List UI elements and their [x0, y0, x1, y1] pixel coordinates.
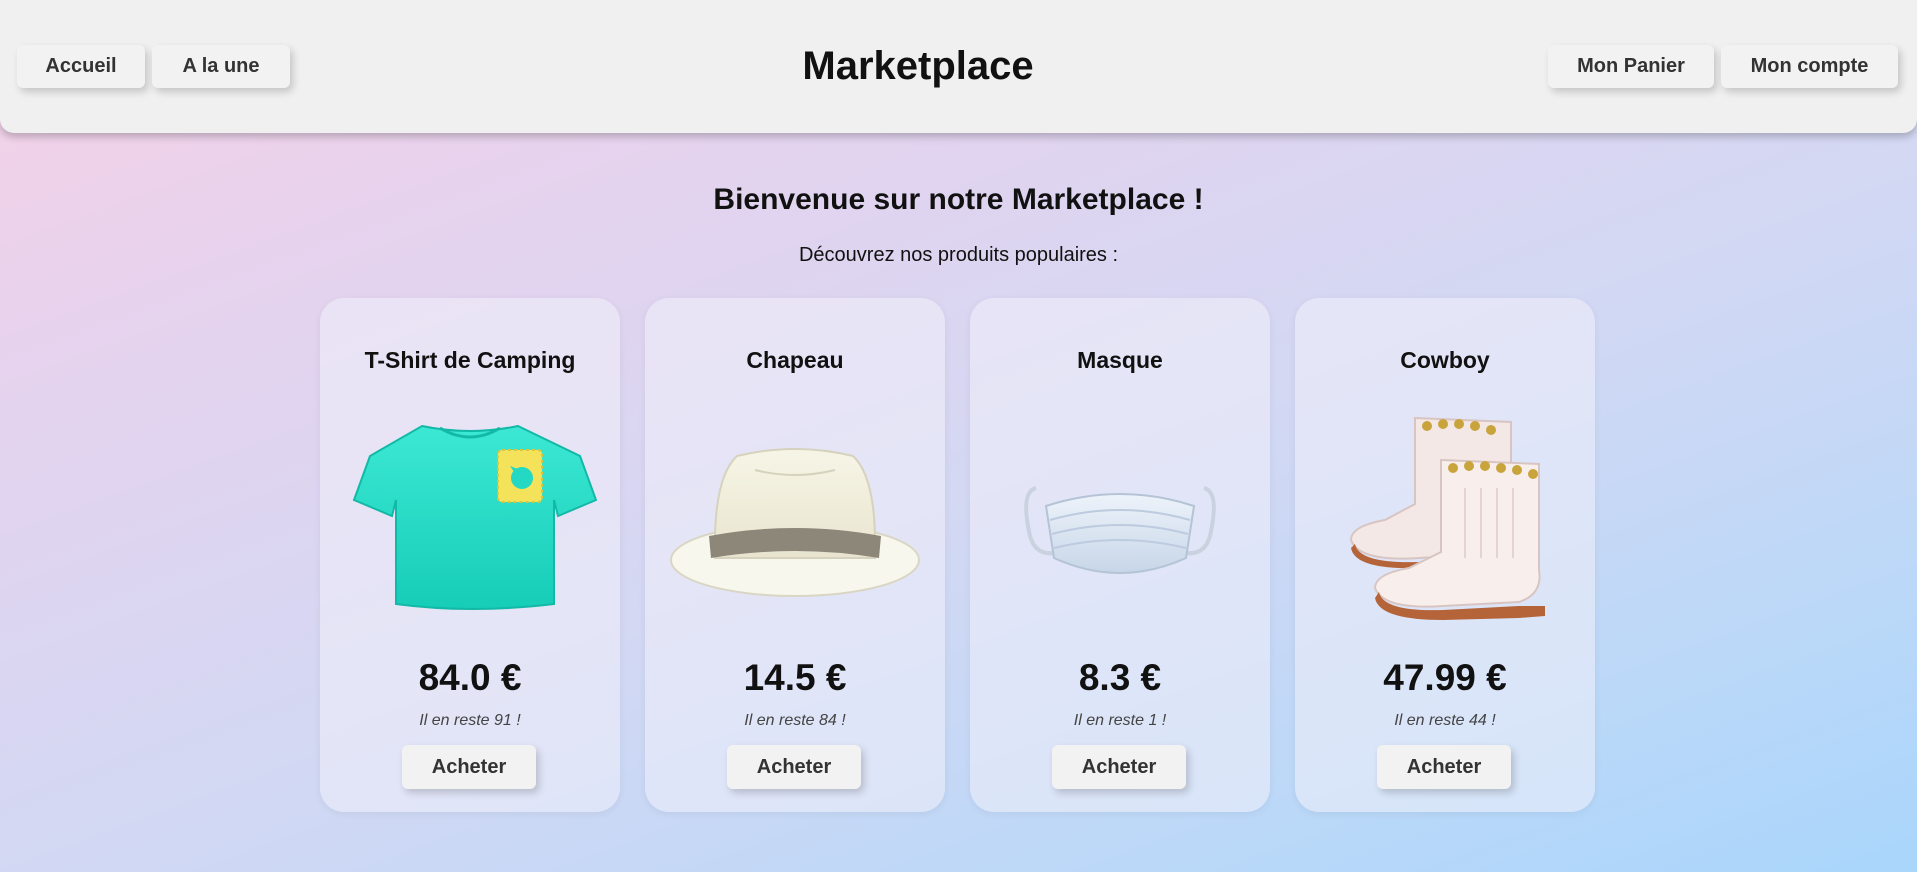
- product-stock: Il en reste 91 !: [419, 712, 521, 729]
- buy-button[interactable]: Acheter: [1377, 745, 1511, 789]
- product-card: T-Shirt de Camping 84.0 € Il en reste 91…: [320, 298, 620, 812]
- buy-button[interactable]: Acheter: [1052, 745, 1186, 789]
- top-navigation-bar: Accueil A la une Marketplace Mon Panier …: [0, 0, 1917, 133]
- product-stock: Il en reste 84 !: [744, 712, 846, 729]
- product-title: T-Shirt de Camping: [364, 347, 576, 373]
- mask-image: [1024, 486, 1216, 574]
- buy-button[interactable]: Acheter: [402, 745, 536, 789]
- product-price: 14.5 €: [743, 657, 847, 698]
- product-stock: Il en reste 1 !: [1073, 712, 1167, 729]
- product-card: Chapeau 14.5 € Il en reste 84 ! Acheter: [645, 298, 945, 812]
- buy-button[interactable]: Acheter: [727, 745, 861, 789]
- tshirt-image: [352, 424, 598, 610]
- boots-image: [1349, 416, 1545, 620]
- product-card: Cowboy 47.99 € Il en reste 44 ! Acheter: [1295, 298, 1595, 812]
- product-stock: Il en reste 44 !: [1394, 712, 1496, 729]
- product-price: 47.99 €: [1383, 657, 1507, 698]
- product-title: Cowboy: [1400, 347, 1490, 373]
- product-card: Masque 8.3 € Il en reste 1 ! Acheter: [970, 298, 1270, 812]
- product-title: Masque: [1077, 347, 1163, 373]
- popular-products-subtitle: Découvrez nos produits populaires :: [798, 244, 1119, 266]
- product-price: 8.3 €: [1078, 657, 1162, 698]
- nav-mon-compte-button[interactable]: Mon compte: [1721, 45, 1898, 88]
- nav-mon-panier-button[interactable]: Mon Panier: [1548, 45, 1714, 88]
- product-title: Chapeau: [746, 347, 844, 373]
- product-price: 84.0 €: [418, 657, 522, 698]
- hat-image: [670, 448, 920, 597]
- welcome-heading: Bienvenue sur notre Marketplace !: [713, 183, 1204, 216]
